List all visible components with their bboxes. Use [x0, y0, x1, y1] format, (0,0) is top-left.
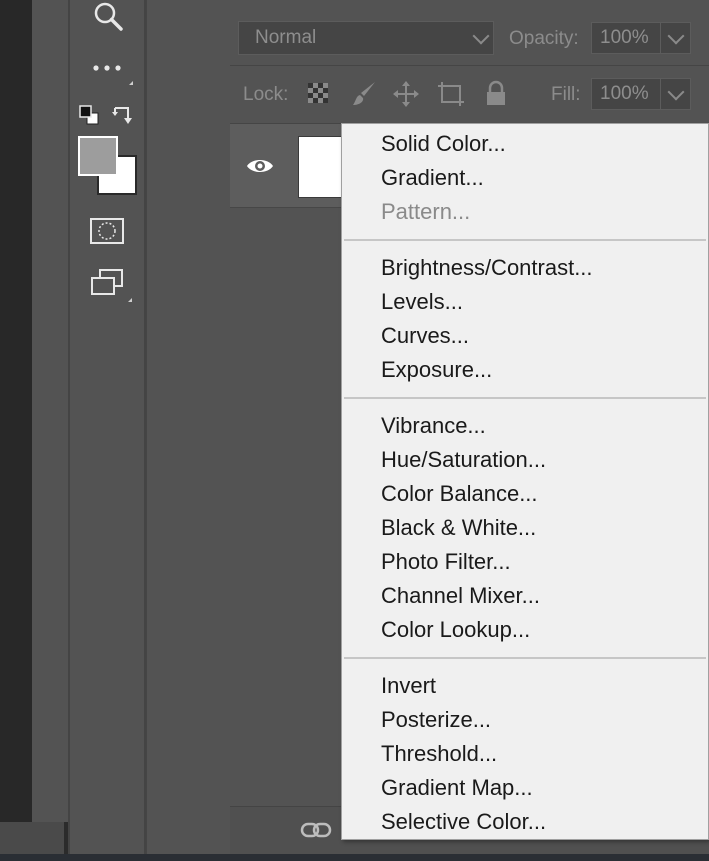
menu-item-exposure[interactable]: Exposure...	[381, 353, 492, 387]
blend-mode-value: Normal	[255, 27, 317, 48]
photoshop-workspace: Normal Opacity: 100% Lock: Fill: 100% So…	[0, 0, 709, 861]
blend-row: Normal Opacity: 100%	[230, 12, 709, 66]
menu-item-curves[interactable]: Curves...	[381, 319, 469, 353]
panel-dock-gap	[146, 0, 230, 861]
lock-position-icon[interactable]	[392, 80, 420, 108]
fill-label: Fill:	[551, 84, 581, 105]
menu-separator	[344, 397, 706, 399]
fill-value: 100%	[600, 83, 649, 104]
more-tools-icon[interactable]	[90, 56, 134, 86]
panel-gap	[32, 0, 68, 822]
chevron-down-icon	[472, 27, 490, 45]
menu-item-vibrance[interactable]: Vibrance...	[381, 409, 486, 443]
menu-item-gradient-map[interactable]: Gradient Map...	[381, 771, 533, 805]
window-bottom-edge	[0, 854, 709, 861]
menu-item-photo-filter[interactable]: Photo Filter...	[381, 545, 511, 579]
new-adjustment-layer-menu: Solid Color... Gradient... Pattern... Brigh…	[341, 123, 709, 840]
quick-mask-icon[interactable]	[88, 216, 126, 248]
opacity-value: 100%	[600, 27, 649, 48]
menu-item-selective-color[interactable]: Selective Color...	[381, 805, 546, 839]
blend-mode-dropdown[interactable]: Normal	[238, 21, 494, 55]
opacity-label: Opacity:	[509, 28, 579, 49]
menu-item-color-lookup[interactable]: Color Lookup...	[381, 613, 530, 647]
screen-mode-icon[interactable]	[88, 266, 136, 304]
default-colors-icon[interactable]	[78, 104, 100, 126]
menu-item-black-white[interactable]: Black & White...	[381, 511, 536, 545]
swap-colors-icon[interactable]	[110, 104, 134, 128]
document-canvas-edge	[0, 0, 32, 861]
menu-item-posterize[interactable]: Posterize...	[381, 703, 491, 737]
chevron-down-icon	[667, 83, 685, 101]
menu-item-invert[interactable]: Invert	[381, 669, 436, 703]
menu-item-brightness-contrast[interactable]: Brightness/Contrast...	[381, 251, 593, 285]
lock-label: Lock:	[243, 84, 289, 105]
menu-item-pattern: Pattern...	[381, 199, 471, 224]
menu-separator	[344, 657, 706, 659]
color-swatches[interactable]	[76, 134, 140, 198]
menu-item-levels[interactable]: Levels...	[381, 285, 463, 319]
lock-transparent-pixels-icon[interactable]	[306, 81, 330, 105]
menu-item-threshold[interactable]: Threshold...	[381, 737, 497, 771]
menu-item-solid-color[interactable]: Solid Color...	[381, 127, 506, 161]
eye-icon[interactable]	[244, 152, 276, 180]
chevron-down-icon	[667, 27, 685, 45]
tools-panel	[68, 0, 146, 861]
menu-separator	[344, 239, 706, 241]
fill-slider-button[interactable]	[660, 78, 691, 110]
lock-artboard-icon[interactable]	[436, 80, 466, 108]
menu-item-gradient[interactable]: Gradient...	[381, 161, 484, 195]
menu-item-color-balance[interactable]: Color Balance...	[381, 477, 538, 511]
lock-image-pixels-icon[interactable]	[350, 80, 378, 108]
zoom-tool-icon[interactable]	[90, 0, 126, 34]
lock-all-icon[interactable]	[484, 80, 508, 108]
link-layers-icon[interactable]	[300, 817, 332, 843]
opacity-slider-button[interactable]	[660, 22, 691, 54]
lock-row: Lock: Fill: 100%	[230, 66, 709, 124]
menu-item-channel-mixer[interactable]: Channel Mixer...	[381, 579, 540, 613]
menu-item-hue-saturation[interactable]: Hue/Saturation...	[381, 443, 546, 477]
